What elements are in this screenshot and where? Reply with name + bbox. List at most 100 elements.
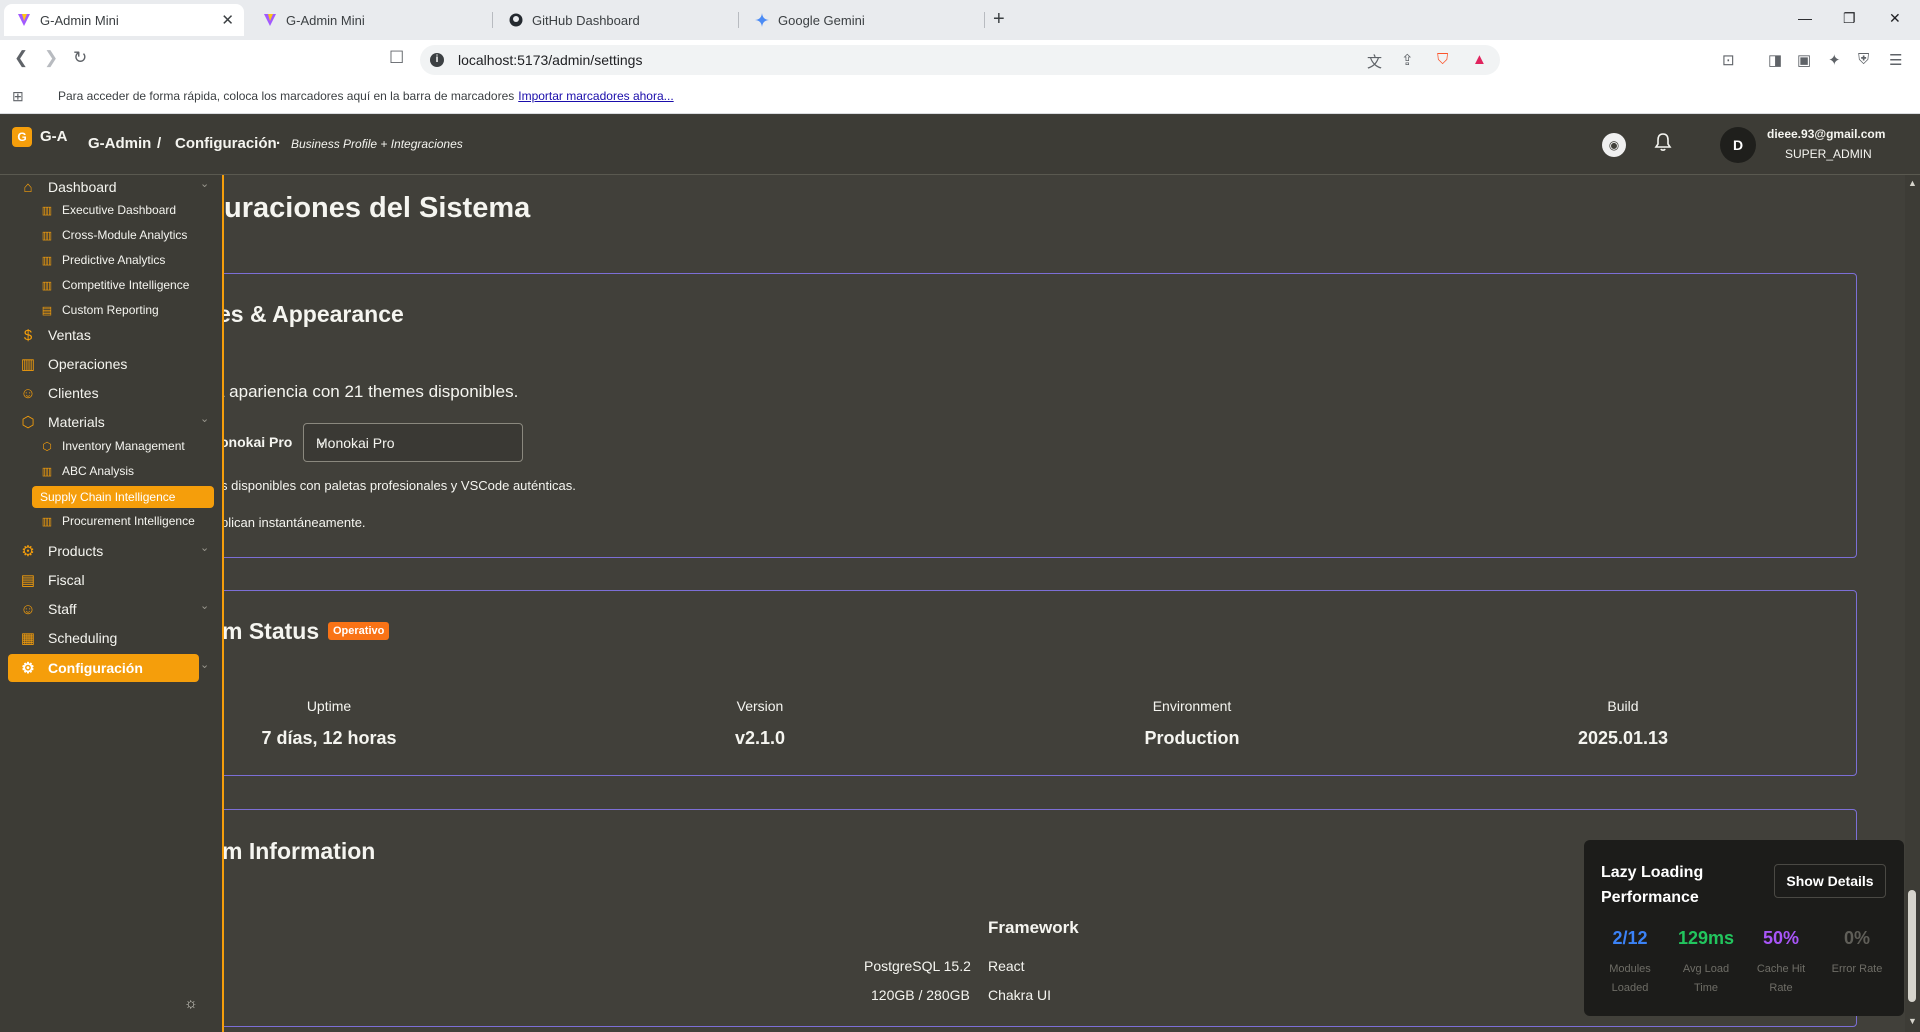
sidebar-item-configuracion[interactable]: ⚙ Configuración <box>8 654 199 682</box>
bell-icon[interactable] <box>1654 132 1672 157</box>
metric-error-value: 0% <box>1843 928 1870 948</box>
stat-uptime-label: Uptime <box>306 698 352 714</box>
sidebar-item-scheduling[interactable]: ▦ Scheduling <box>18 626 117 650</box>
close-window-icon[interactable]: ✕ <box>1889 10 1901 27</box>
themes-description: a apariencia con 21 themes disponibles. <box>215 382 519 401</box>
page-title: uraciones del Sistema <box>224 192 531 224</box>
stat-build-label: Build <box>1607 698 1639 714</box>
sidebar-item-materials[interactable]: ⬡ Materials <box>18 410 104 434</box>
theme-select[interactable]: Monokai Pro ⌄ <box>303 423 523 462</box>
themes-card <box>150 273 1857 558</box>
reload-icon[interactable]: ↻ <box>73 48 87 68</box>
tab-divider <box>492 12 493 28</box>
sidebar-item-executive-dashboard[interactable]: ▥ Executive Dashboard <box>40 199 176 221</box>
leo-ai-icon[interactable]: ✦ <box>1828 51 1841 69</box>
sidebar-item-supply-chain-intelligence[interactable]: Supply Chain Intelligence <box>32 486 214 508</box>
app-header: G G-A G-Admin / Configuración · Business… <box>0 115 1920 175</box>
chevron-down-icon[interactable]: ⌄ <box>200 412 209 425</box>
back-icon[interactable]: ❮ <box>14 48 28 68</box>
connection-status-icon[interactable]: ◉ <box>1602 133 1626 157</box>
minimize-icon[interactable]: — <box>1798 10 1812 26</box>
brave-rewards-icon[interactable]: ▲ <box>1472 51 1487 68</box>
home-icon: ⌂ <box>23 178 33 196</box>
brand-logo: G <box>12 127 32 147</box>
sidebar: ⌂ Dashboard ⌄ ▥ Executive Dashboard ▥ Cross… <box>0 175 224 1032</box>
bookmarks-bar: ⊞ Para acceder de forma rápida, coloca l… <box>0 78 1920 114</box>
forward-icon[interactable]: ❯ <box>44 48 58 68</box>
browser-tab-active[interactable]: G-Admin Mini ✕ <box>4 4 244 36</box>
sidebar-item-products[interactable]: ⚙ Products <box>18 539 103 563</box>
gear-icon: ⚙ <box>21 543 35 560</box>
breadcrumb-dot: · <box>276 135 281 152</box>
bar-chart-icon: ▥ <box>41 204 53 217</box>
downloads-icon[interactable]: ⊡ <box>1722 51 1735 69</box>
chevron-down-icon: ⌄ <box>316 434 327 448</box>
chevron-down-icon[interactable]: ⌄ <box>200 177 209 190</box>
info-icon[interactable]: i <box>430 53 444 67</box>
tab-divider <box>738 12 739 28</box>
chevron-down-icon[interactable]: ⌄ <box>200 599 209 612</box>
browser-tab[interactable]: G-Admin Mini <box>250 4 490 36</box>
sidebar-item-inventory-management[interactable]: ⬡ Inventory Management <box>40 435 185 457</box>
sidebar-item-operaciones[interactable]: ▥ Operaciones <box>18 352 127 376</box>
scroll-down-icon[interactable]: ▼ <box>1908 1016 1917 1026</box>
stat-version-label: Version <box>736 698 784 714</box>
gemini-icon <box>754 12 770 28</box>
sidebar-item-cross-module-analytics[interactable]: ▥ Cross-Module Analytics <box>40 224 188 246</box>
avatar[interactable]: D <box>1720 127 1756 163</box>
browser-tab-bar: G-Admin Mini ✕ G-Admin Mini GitHub Dashb… <box>0 0 1920 40</box>
metric-cache-value: 50% <box>1762 928 1800 948</box>
perf-title: Lazy Loading Performance <box>1601 864 1704 906</box>
themes-card-title: es & Appearance <box>218 301 404 327</box>
bar-chart-icon: ▥ <box>41 465 53 478</box>
theme-select-label: onokai Pro <box>220 434 293 450</box>
apps-grid-icon[interactable]: ⊞ <box>12 88 24 105</box>
sidebar-item-abc-analysis[interactable]: ▥ ABC Analysis <box>40 460 134 482</box>
metric-modules-label: Modules Loaded <box>1609 963 1651 994</box>
wallet-icon[interactable]: ▣ <box>1797 51 1811 69</box>
ui-library-value: Chakra UI <box>988 987 1052 1003</box>
sidebar-item-custom-reporting[interactable]: ▤ Custom Reporting <box>40 299 159 321</box>
close-icon[interactable]: ✕ <box>221 11 234 29</box>
metric-load-time-label: Avg Load Time <box>1682 963 1730 994</box>
sidebar-item-competitive-intelligence[interactable]: ▥ Competitive Intelligence <box>40 274 190 296</box>
framework-value: React <box>988 958 1025 974</box>
sidebar-item-fiscal[interactable]: ▤ Fiscal <box>18 568 85 592</box>
brand-name: G-A <box>40 128 68 145</box>
metric-load-time-value: 129ms <box>1677 928 1735 948</box>
breadcrumb-current: Configuración <box>175 135 277 152</box>
translate-icon[interactable]: 文 <box>1367 51 1382 72</box>
url-text[interactable]: localhost:5173/admin/settings <box>458 52 642 68</box>
themes-note-palettes: s disponibles con paletas profesionales … <box>221 478 576 493</box>
sidebar-item-staff[interactable]: ☺ Staff <box>18 597 76 621</box>
sidebar-item-clientes[interactable]: ☺ Clientes <box>18 381 98 405</box>
browser-tab[interactable]: Google Gemini <box>742 4 982 36</box>
stat-version-value: v2.1.0 <box>734 728 786 748</box>
sidebar-item-dashboard[interactable]: ⌂ Dashboard <box>18 175 116 199</box>
address-bar[interactable]: i localhost:5173/admin/settings <box>420 45 1500 75</box>
bookmark-icon[interactable]: ☐ <box>389 48 404 68</box>
restore-icon[interactable]: ❐ <box>1843 10 1856 27</box>
sidebar-item-ventas[interactable]: $ Ventas <box>18 323 91 347</box>
scrollbar-thumb[interactable] <box>1908 890 1916 1002</box>
vpn-icon[interactable]: ⛨ <box>1858 51 1869 68</box>
share-icon[interactable]: ⇪ <box>1401 51 1414 69</box>
sidebar-item-procurement-intelligence[interactable]: ▥ Procurement Intelligence <box>40 510 195 532</box>
users-icon: ☺ <box>20 600 36 618</box>
stat-environment-label: Environment <box>1152 698 1232 714</box>
show-details-button[interactable]: Show Details <box>1774 864 1886 898</box>
browser-tab[interactable]: GitHub Dashboard <box>496 4 736 36</box>
chevron-down-icon[interactable]: ⌄ <box>200 658 209 671</box>
metric-modules-value: 2/12 <box>1612 928 1648 948</box>
sidebar-toggle-icon[interactable]: ◨ <box>1768 51 1782 69</box>
chevron-down-icon[interactable]: ⌄ <box>200 541 209 554</box>
sidebar-item-predictive-analytics[interactable]: ▥ Predictive Analytics <box>40 249 166 271</box>
sun-icon[interactable]: ☼ <box>184 995 198 1012</box>
stat-build-value: 2025.01.13 <box>1577 728 1669 748</box>
breadcrumb-root[interactable]: G-Admin <box>88 135 151 152</box>
brave-shield-icon[interactable]: ⛉ <box>1437 51 1448 68</box>
menu-icon[interactable]: ☰ <box>1889 51 1902 69</box>
scroll-up-icon[interactable]: ▲ <box>1908 178 1917 188</box>
import-bookmarks-link[interactable]: Importar marcadores ahora... <box>518 89 673 103</box>
new-tab-icon[interactable]: + <box>993 8 1005 31</box>
